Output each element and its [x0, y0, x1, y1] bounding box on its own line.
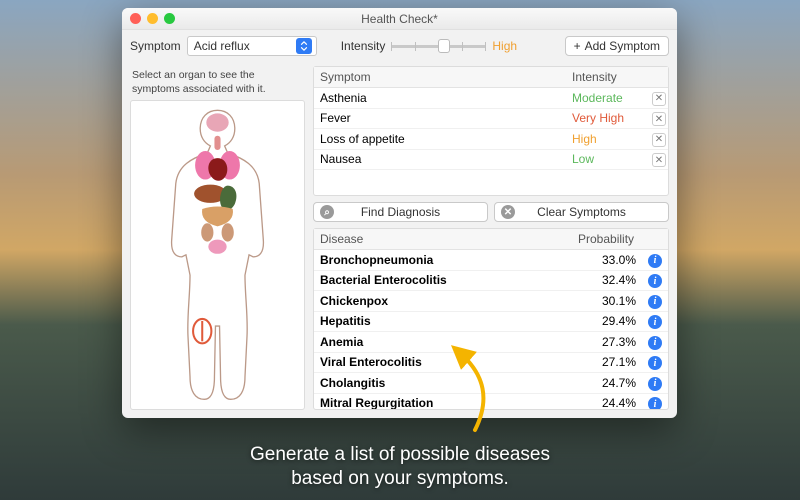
info-icon[interactable]: i: [648, 254, 662, 268]
disease-probability: 27.1%: [572, 353, 642, 371]
plus-icon: +: [574, 39, 581, 53]
symptom-select-value: Acid reflux: [194, 39, 250, 53]
clear-symptoms-button[interactable]: ✕ Clear Symptoms: [494, 202, 669, 222]
clear-symptoms-label: Clear Symptoms: [537, 205, 626, 219]
disease-name: Cholangitis: [314, 374, 572, 392]
action-bar: ⌕ Find Diagnosis ✕ Clear Symptoms: [313, 202, 669, 222]
disease-name: Anemia: [314, 333, 572, 351]
clear-icon: ✕: [501, 205, 515, 219]
intensity-value: High: [492, 39, 532, 53]
trachea-icon: [214, 136, 220, 150]
symptom-intensity: Low: [566, 150, 646, 168]
symptom-name: Asthenia: [314, 89, 566, 107]
col-disease[interactable]: Disease: [314, 229, 572, 249]
add-symptom-label: Add Symptom: [585, 39, 660, 53]
info-icon[interactable]: i: [648, 315, 662, 329]
minimize-icon[interactable]: [147, 13, 158, 24]
pelvis-icon: [208, 240, 226, 254]
disease-probability: 24.7%: [572, 374, 642, 392]
find-diagnosis-button[interactable]: ⌕ Find Diagnosis: [313, 202, 488, 222]
disease-table-body[interactable]: Bronchopneumonia33.0%iBacterial Enteroco…: [314, 250, 668, 409]
table-row[interactable]: Cholangitis24.7% i: [314, 373, 668, 394]
disease-probability: 30.1%: [572, 292, 642, 310]
disease-name: Viral Enterocolitis: [314, 353, 572, 371]
symptom-intensity: Very High: [566, 109, 646, 127]
info-icon[interactable]: i: [648, 377, 662, 391]
window-title: Health Check*: [361, 12, 438, 26]
symptom-name: Fever: [314, 109, 566, 127]
symptom-intensity: Moderate: [566, 89, 646, 107]
search-icon: ⌕: [320, 205, 334, 219]
info-icon[interactable]: i: [648, 274, 662, 288]
table-row[interactable]: Viral Enterocolitis27.1% i: [314, 353, 668, 374]
organ-hint: Select an organ to see the symptoms asso…: [130, 66, 305, 100]
disease-table: Disease Probability Bronchopneumonia33.0…: [313, 228, 669, 410]
remove-symptom-button[interactable]: ✕: [652, 153, 666, 167]
disease-name: Bacterial Enterocolitis: [314, 271, 572, 289]
chevron-updown-icon: [296, 38, 312, 54]
add-symptom-button[interactable]: + Add Symptom: [565, 36, 669, 56]
symptom-intensity: High: [566, 130, 646, 148]
col-symptom[interactable]: Symptom: [314, 67, 566, 87]
info-icon[interactable]: i: [648, 397, 662, 409]
toolbar: Symptom Acid reflux Intensity High + Add…: [122, 30, 677, 62]
right-panel: Symptom Intensity AstheniaModerate✕Fever…: [313, 66, 669, 410]
app-window: Health Check* Symptom Acid reflux Intens…: [122, 8, 677, 418]
table-row[interactable]: Anemia27.3% i: [314, 332, 668, 353]
table-row[interactable]: NauseaLow ✕: [314, 150, 668, 171]
symptom-table-head: Symptom Intensity: [314, 67, 668, 88]
disease-name: Chickenpox: [314, 292, 572, 310]
titlebar[interactable]: Health Check*: [122, 8, 677, 30]
symptom-name: Loss of appetite: [314, 130, 566, 148]
close-icon[interactable]: [130, 13, 141, 24]
symptom-table-body: AstheniaModerate✕FeverVery High✕Loss of …: [314, 88, 668, 195]
symptom-table: Symptom Intensity AstheniaModerate✕Fever…: [313, 66, 669, 196]
disease-name: Hepatitis: [314, 312, 572, 330]
table-row[interactable]: Loss of appetiteHigh ✕: [314, 129, 668, 150]
traffic-lights: [130, 13, 175, 24]
table-row[interactable]: AstheniaModerate ✕: [314, 88, 668, 109]
body-diagram[interactable]: [130, 100, 305, 410]
disease-probability: 33.0%: [572, 251, 642, 269]
kidney-left-icon: [201, 224, 213, 242]
maximize-icon[interactable]: [164, 13, 175, 24]
info-icon[interactable]: i: [648, 295, 662, 309]
kidney-right-icon: [222, 224, 234, 242]
promo-caption: Generate a list of possible diseases bas…: [0, 443, 800, 492]
info-icon[interactable]: i: [648, 336, 662, 350]
col-intensity[interactable]: Intensity: [566, 67, 646, 87]
left-panel: Select an organ to see the symptoms asso…: [130, 66, 305, 410]
disease-name: Mitral Regurgitation: [314, 394, 572, 409]
remove-symptom-button[interactable]: ✕: [652, 92, 666, 106]
brain-icon: [206, 114, 228, 132]
content: Select an organ to see the symptoms asso…: [122, 62, 677, 418]
remove-symptom-button[interactable]: ✕: [652, 133, 666, 147]
find-diagnosis-label: Find Diagnosis: [361, 205, 440, 219]
symptom-name: Nausea: [314, 150, 566, 168]
intensity-slider[interactable]: [391, 38, 486, 54]
table-row[interactable]: Bacterial Enterocolitis32.4% i: [314, 271, 668, 292]
disease-probability: 24.4%: [572, 394, 642, 409]
table-row[interactable]: Chickenpox30.1% i: [314, 291, 668, 312]
remove-symptom-button[interactable]: ✕: [652, 112, 666, 126]
slider-thumb[interactable]: [438, 39, 450, 53]
symptom-label: Symptom: [130, 39, 181, 53]
disease-probability: 32.4%: [572, 271, 642, 289]
disease-table-head: Disease Probability: [314, 229, 668, 250]
disease-probability: 29.4%: [572, 312, 642, 330]
col-probability[interactable]: Probability: [572, 229, 642, 249]
caption-line-1: Generate a list of possible diseases: [0, 443, 800, 468]
disease-probability: 27.3%: [572, 333, 642, 351]
intensity-label: Intensity: [341, 39, 386, 53]
table-row[interactable]: Hepatitis29.4% i: [314, 312, 668, 333]
caption-line-2: based on your symptoms.: [0, 467, 800, 492]
symptom-select[interactable]: Acid reflux: [187, 36, 317, 56]
info-icon[interactable]: i: [648, 356, 662, 370]
table-row[interactable]: Mitral Regurgitation24.4% i: [314, 394, 668, 410]
table-row[interactable]: FeverVery High ✕: [314, 109, 668, 130]
disease-name: Bronchopneumonia: [314, 251, 572, 269]
table-row[interactable]: Bronchopneumonia33.0% i: [314, 250, 668, 271]
